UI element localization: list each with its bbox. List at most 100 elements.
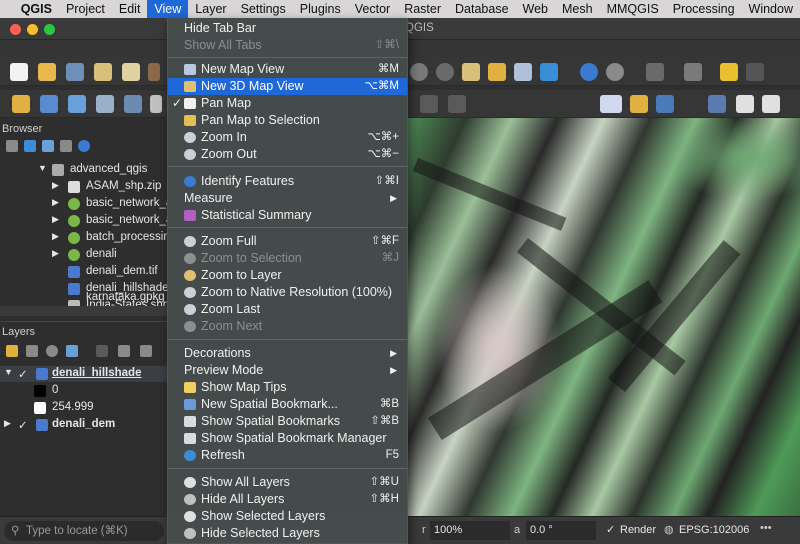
menu-item-zoom-next[interactable]: Zoom Next	[168, 318, 407, 335]
close-window-button[interactable]	[10, 24, 21, 35]
menu-item-show-all-tabs[interactable]: Show All Tabs ⇧⌘\	[168, 37, 407, 54]
layer-checkbox[interactable]: ✓	[18, 367, 28, 381]
browser-item[interactable]: denali_dem.tif	[0, 264, 167, 280]
digitize-icon[interactable]	[12, 95, 30, 113]
menu-item-show-selected-layers[interactable]: Show Selected Layers	[168, 508, 407, 525]
map-canvas[interactable]	[408, 118, 800, 516]
menu-view[interactable]: View	[147, 0, 189, 18]
browser-scrollbar[interactable]	[0, 306, 167, 316]
menu-item-zoom-native[interactable]: Zoom to Native Resolution (100%)	[168, 284, 407, 301]
menu-item-preview-mode[interactable]: Preview Mode ▶	[168, 362, 407, 379]
menu-item-new-map-view[interactable]: New Map View ⌘M	[168, 61, 407, 78]
menu-item-new-3d-map-view[interactable]: New 3D Map View ⌥⌘M	[168, 78, 407, 95]
browser-item[interactable]: ▶ denali	[0, 247, 167, 263]
menu-processing[interactable]: Processing	[666, 0, 742, 18]
undo-icon[interactable]	[448, 95, 466, 113]
refresh-icon[interactable]	[540, 63, 558, 81]
locator-search-input[interactable]: ⚲ Type to locate (⌘K)	[4, 521, 164, 541]
menu-item-show-map-tips[interactable]: Show Map Tips	[168, 379, 407, 396]
crs-button[interactable]: EPSG:102006	[679, 524, 749, 536]
panel-divider[interactable]	[0, 321, 167, 322]
menu-item-zoom-full[interactable]: Zoom Full ⇧⌘F	[168, 233, 407, 250]
menu-item-hide-selected-layers[interactable]: Hide Selected Layers	[168, 525, 407, 542]
filter-icon[interactable]	[42, 140, 54, 152]
browser-item[interactable]: ▼ advanced_qgis	[0, 162, 167, 178]
menu-item-spatial-bookmark-manager[interactable]: Show Spatial Bookmark Manager	[168, 430, 407, 447]
deselect-icon[interactable]	[720, 63, 738, 81]
selection-tool-icon[interactable]	[646, 63, 664, 81]
layer-checkbox[interactable]: ✓	[18, 418, 28, 432]
menu-item-zoom-out[interactable]: Zoom Out ⌥⌘−	[168, 146, 407, 163]
calculator-icon[interactable]	[746, 63, 764, 81]
collapse-icon[interactable]	[118, 345, 130, 357]
menu-qgis[interactable]: QGIS	[14, 0, 59, 18]
add-group-icon[interactable]	[26, 345, 38, 357]
paste-features-icon[interactable]	[762, 95, 780, 113]
menu-item-hide-tab-bar[interactable]: Hide Tab Bar	[168, 20, 407, 37]
magnifier-input[interactable]: 100%	[430, 521, 510, 540]
remove-layer-icon[interactable]	[140, 345, 152, 357]
zoom-tool-icon[interactable]	[410, 63, 428, 81]
menu-item-zoom-to-layer[interactable]: Zoom to Layer	[168, 267, 407, 284]
menu-item-pan-map[interactable]: ✓ Pan Map	[168, 95, 407, 112]
layer-row[interactable]: ▼ ✓ denali_hillshade	[0, 366, 167, 382]
menu-item-refresh[interactable]: Refresh F5	[168, 447, 407, 464]
layer-row[interactable]: ▶ ✓ denali_dem	[0, 417, 167, 433]
menu-layer[interactable]: Layer	[188, 0, 233, 18]
add-line-icon[interactable]	[96, 95, 114, 113]
measure-icon[interactable]	[462, 63, 480, 81]
info-icon[interactable]	[78, 140, 90, 152]
menu-item-identify-features[interactable]: Identify Features ⇧⌘I	[168, 173, 407, 190]
browser-item[interactable]: ▶ basic_network_a	[0, 196, 167, 212]
browser-item[interactable]: karnataka.gpkg	[0, 292, 167, 306]
add-selected-icon[interactable]	[6, 140, 18, 152]
help-icon[interactable]	[708, 95, 726, 113]
menu-item-show-all-layers[interactable]: Show All Layers ⇧⌘U	[168, 474, 407, 491]
messages-icon[interactable]: •••	[760, 522, 772, 534]
new-project-icon[interactable]	[10, 63, 28, 81]
settings-icon[interactable]	[606, 63, 624, 81]
menu-item-show-spatial-bookmarks[interactable]: Show Spatial Bookmarks ⇧⌘B	[168, 413, 407, 430]
menu-item-statistical-summary[interactable]: Statistical Summary	[168, 207, 407, 224]
identify-features-icon[interactable]	[580, 63, 598, 81]
copy-icon[interactable]	[736, 95, 754, 113]
menu-raster[interactable]: Raster	[397, 0, 448, 18]
style-icon[interactable]	[6, 345, 18, 357]
menu-edit[interactable]: Edit	[112, 0, 148, 18]
vertex-tool-icon[interactable]	[68, 95, 86, 113]
menu-item-zoom-last[interactable]: Zoom Last	[168, 301, 407, 318]
save-project-icon[interactable]	[66, 63, 84, 81]
attribute-table-icon[interactable]	[684, 63, 702, 81]
label-tool-icon[interactable]	[630, 95, 648, 113]
vertex-icon[interactable]	[150, 95, 162, 113]
expand-icon[interactable]	[96, 345, 108, 357]
browser-item[interactable]: ▶ ASAM_shp.zip	[0, 179, 167, 195]
minimize-window-button[interactable]	[27, 24, 38, 35]
python-icon[interactable]	[148, 63, 160, 81]
menu-vector[interactable]: Vector	[348, 0, 397, 18]
paste-icon[interactable]	[420, 95, 438, 113]
menu-plugins[interactable]: Plugins	[293, 0, 348, 18]
label-icon[interactable]	[600, 95, 622, 113]
python-console-icon[interactable]	[656, 95, 674, 113]
rotation-input[interactable]: 0.0 °	[526, 521, 596, 540]
menu-mesh[interactable]: Mesh	[555, 0, 600, 18]
eye-icon[interactable]	[46, 345, 58, 357]
open-project-icon[interactable]	[38, 63, 56, 81]
menu-project[interactable]: Project	[59, 0, 112, 18]
bookmark-list-icon[interactable]	[514, 63, 532, 81]
browser-item[interactable]: ▶ basic_network_a	[0, 213, 167, 229]
bookmark-icon[interactable]	[488, 63, 506, 81]
render-checkbox[interactable]: ✓	[606, 523, 615, 536]
menu-window[interactable]: Window	[742, 0, 800, 18]
menu-item-decorations[interactable]: Decorations ▶	[168, 345, 407, 362]
refresh-browser-icon[interactable]	[24, 140, 36, 152]
add-layer-icon[interactable]	[40, 95, 58, 113]
menu-item-pan-map-to-selection[interactable]: Pan Map to Selection	[168, 112, 407, 129]
menu-item-hide-all-layers[interactable]: Hide All Layers ⇧⌘H	[168, 491, 407, 508]
zoom-window-button[interactable]	[44, 24, 55, 35]
browser-item[interactable]: ▶ batch_processin	[0, 230, 167, 246]
menu-database[interactable]: Database	[448, 0, 516, 18]
style-manager-icon[interactable]	[122, 63, 140, 81]
collapse-all-icon[interactable]	[60, 140, 72, 152]
